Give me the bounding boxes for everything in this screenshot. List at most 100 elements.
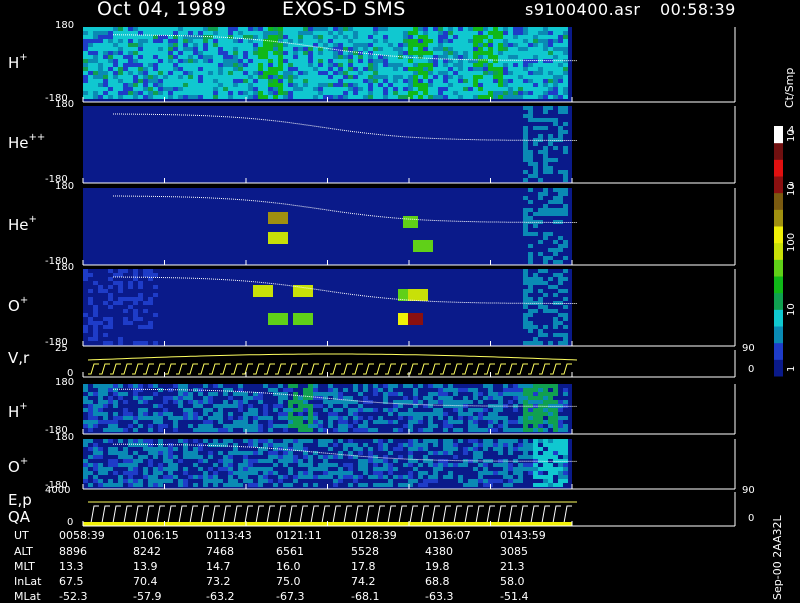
spectrogram-cell xyxy=(148,67,153,71)
spectrogram-cell xyxy=(218,35,223,39)
spectrogram-cell xyxy=(158,479,163,483)
spectrogram-cell xyxy=(158,87,163,91)
spectrogram-cell xyxy=(368,79,373,83)
spectrogram-cell xyxy=(288,67,293,71)
spectrogram-cell xyxy=(483,479,488,483)
spectrogram-cell xyxy=(223,55,228,59)
spectrogram-cell xyxy=(273,455,278,459)
spectrogram-cell xyxy=(463,83,468,87)
spectrogram-cell xyxy=(128,27,133,31)
spectrogram-cell xyxy=(93,333,98,337)
spectrogram-cell xyxy=(303,67,308,71)
spectrogram-cell xyxy=(448,71,453,75)
spectrogram-cell xyxy=(168,475,173,479)
spectrogram-cell xyxy=(98,31,103,35)
spectrogram-cell xyxy=(293,384,298,388)
spectrogram-cell xyxy=(493,47,498,51)
spectrogram-cell xyxy=(238,43,243,47)
spectrogram-cell xyxy=(373,63,378,67)
table-cell: 8896 xyxy=(59,545,87,558)
spectrogram-cell xyxy=(523,39,528,43)
spectrogram-cell xyxy=(553,388,558,392)
spectrogram-cell xyxy=(373,43,378,47)
spectrogram-cell xyxy=(438,35,443,39)
spectrogram-cell xyxy=(528,443,533,447)
spectrogram-cell xyxy=(223,467,228,471)
spectrogram-cell xyxy=(453,400,458,404)
spectrogram-cell xyxy=(353,27,358,31)
spectrogram-cell xyxy=(413,439,418,443)
spectrogram-cell xyxy=(518,91,523,95)
spectrogram-cell xyxy=(338,428,343,432)
spectrogram-cell xyxy=(433,439,438,443)
table-cell: 74.2 xyxy=(351,575,376,588)
spectrogram-cell xyxy=(383,35,388,39)
spectrogram-cell xyxy=(213,83,218,87)
spectrogram-cell xyxy=(533,142,538,146)
spectrogram-cell xyxy=(553,91,558,95)
spectrogram-cell xyxy=(118,51,123,55)
spectrogram-cell xyxy=(153,467,158,471)
spectrogram-cell xyxy=(328,412,333,416)
spectrogram-cell xyxy=(548,35,553,39)
spectrogram-cell xyxy=(558,79,563,83)
spectrogram-cell xyxy=(448,31,453,35)
spectrogram-cell xyxy=(228,79,233,83)
spectrogram-cell xyxy=(538,35,543,39)
spectrogram-cell xyxy=(513,479,518,483)
spectrogram-cell xyxy=(128,71,133,75)
spectrogram-cell xyxy=(123,47,128,51)
spectrogram-cell xyxy=(418,43,423,47)
spectrogram-cell xyxy=(268,289,273,293)
spectrogram-cell xyxy=(338,416,343,420)
spectrogram-cell xyxy=(83,47,88,51)
spectrogram-cell xyxy=(193,428,198,432)
spectrogram-cell xyxy=(423,71,428,75)
spectrogram-cell xyxy=(418,75,423,79)
spectrogram-cell xyxy=(543,39,548,43)
spectrogram-cell xyxy=(423,59,428,63)
spectrogram-cell xyxy=(368,87,373,91)
spectrogram-cell xyxy=(163,59,168,63)
spectrogram-cell xyxy=(368,447,373,451)
spectrogram-cell xyxy=(278,216,283,220)
spectrogram-cell xyxy=(128,467,133,471)
spectrogram-cell xyxy=(528,63,533,67)
spectrogram-cell xyxy=(363,31,368,35)
spectrogram-cell xyxy=(113,420,118,424)
spectrogram-cell xyxy=(223,51,228,55)
spectrogram-cell xyxy=(138,35,143,39)
spectrogram-cell xyxy=(123,416,128,420)
spectrogram-cell xyxy=(183,451,188,455)
spectrogram-cell xyxy=(178,483,183,487)
spectrogram-cell xyxy=(493,75,498,79)
spectrogram-cell xyxy=(83,269,88,273)
spectrogram-cell xyxy=(428,479,433,483)
spectrogram-cell xyxy=(283,27,288,31)
panel-3 xyxy=(82,188,736,266)
spectrogram-cell xyxy=(203,483,208,487)
spectrogram-cell xyxy=(318,71,323,75)
spectrogram-cell xyxy=(293,293,298,297)
spectrogram-cell xyxy=(348,67,353,71)
spectrogram-cell xyxy=(333,416,338,420)
spectrogram-cell xyxy=(453,428,458,432)
spectrogram-cell xyxy=(543,166,548,170)
spectrogram-cell xyxy=(243,467,248,471)
spectrogram-cell xyxy=(388,392,393,396)
spectrogram-cell xyxy=(558,428,563,432)
spectrogram-cell xyxy=(478,463,483,467)
spectrogram-cell xyxy=(278,95,283,99)
spectrogram-cell xyxy=(233,451,238,455)
spectrogram-cell xyxy=(348,87,353,91)
spectrogram-cell xyxy=(543,95,548,99)
spectrogram-cell xyxy=(553,59,558,63)
spectrogram-cell xyxy=(128,59,133,63)
spectrogram-cell xyxy=(458,416,463,420)
spectrogram-cell xyxy=(468,55,473,59)
spectrogram-cell xyxy=(543,170,548,174)
spectrogram-cell xyxy=(88,63,93,67)
spectrogram-cell xyxy=(528,162,533,166)
spectrogram-cell xyxy=(188,71,193,75)
spectrogram-cell xyxy=(483,71,488,75)
